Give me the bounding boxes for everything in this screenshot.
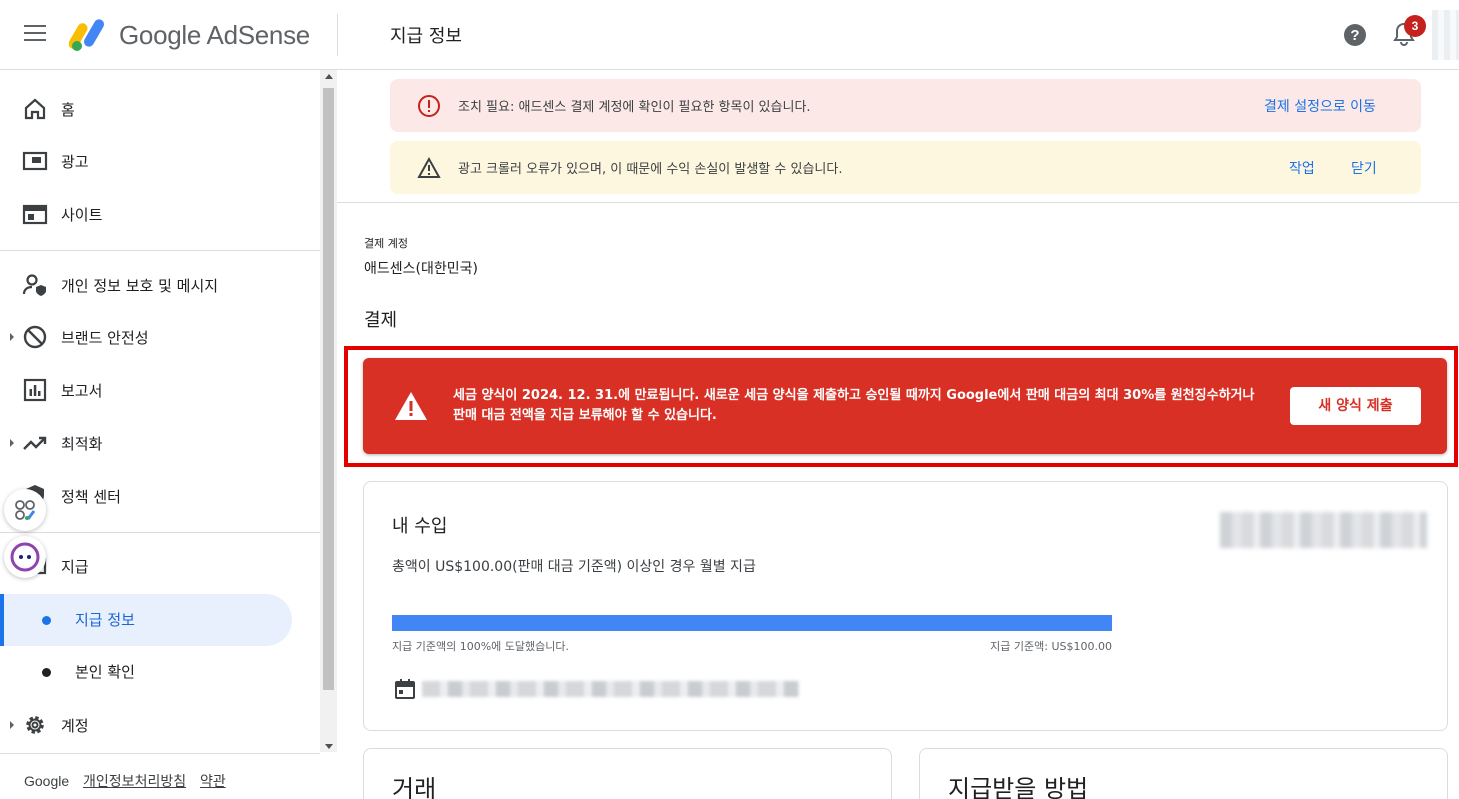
google-footer-text: Google	[24, 773, 70, 789]
scroll-down-arrow-icon[interactable]	[325, 744, 333, 749]
sidebar-item-home[interactable]: 홈	[0, 83, 320, 135]
action-required-alert: 조치 필요: 애드센스 결제 계정에 확인이 필요한 항목이 있습니다. 결제 …	[390, 79, 1421, 132]
help-icon[interactable]: ?	[1343, 23, 1367, 47]
sidebar-item-sites[interactable]: 사이트	[0, 188, 320, 240]
divider	[337, 202, 1459, 203]
go-to-payment-settings-link[interactable]: 결제 설정으로 이동	[1264, 96, 1376, 116]
payment-threshold-progress	[392, 615, 1112, 631]
divider	[0, 532, 320, 533]
trending-up-icon	[23, 436, 47, 450]
assistant-icon	[10, 542, 40, 572]
payment-account-label: 결제 계정	[364, 237, 408, 250]
sidebar: 홈 광고 사이트 개인 정보 보호 및 메시지 브랜드 안전성 보고서 최적화 …	[0, 70, 320, 799]
bullet-icon	[42, 616, 51, 625]
alert-text: 광고 크롤러 오류가 있으며, 이 때문에 수익 손실이 발생할 수 있습니다.	[458, 162, 843, 177]
page-title: 지급 정보	[390, 26, 462, 47]
sidebar-item-label: 보고서	[61, 381, 103, 400]
terms-link[interactable]: 약관	[200, 773, 226, 789]
crawler-warning-alert: 광고 크롤러 오류가 있으며, 이 때문에 수익 손실이 발생할 수 있습니다.…	[390, 141, 1421, 194]
tax-banner-message: 세금 양식이 2024. 12. 31.에 만료됩니다. 새로운 세금 양식을 …	[453, 386, 1283, 426]
payment-method-card[interactable]: 지급받을 방법	[919, 748, 1448, 799]
divider	[0, 753, 320, 754]
divider	[0, 250, 320, 251]
alert-text: 조치 필요: 애드센스 결제 계정에 확인이 필요한 항목이 있습니다.	[458, 100, 811, 115]
sidebar-subitem-payment-info[interactable]: 지급 정보	[0, 594, 292, 646]
home-icon	[24, 98, 46, 120]
earnings-card: 내 수입 총액이 US$100.00(판매 대금 기준액) 이상인 경우 월별 …	[363, 481, 1448, 731]
sidebar-footer: Google 개인정보처리방침 약관	[24, 771, 226, 791]
progress-status-text: 지급 기준액의 100%에 도달했습니다.	[392, 640, 569, 653]
divider	[337, 14, 338, 56]
sidebar-item-brand-safety[interactable]: 브랜드 안전성	[0, 311, 320, 363]
redacted-date	[422, 681, 799, 697]
adsense-logo-icon	[69, 19, 104, 51]
sidebar-item-label: 개인 정보 보호 및 메시지	[61, 276, 219, 295]
block-icon	[23, 325, 47, 349]
scrollbar-thumb[interactable]	[323, 88, 334, 690]
payment-account-value: 애드센스(대한민국)	[364, 261, 478, 277]
sidebar-item-policy-center[interactable]: 정책 센터	[0, 470, 320, 522]
reports-icon	[23, 378, 47, 402]
expand-caret-icon[interactable]	[10, 333, 14, 341]
warning-icon	[395, 392, 427, 420]
notification-badge: 3	[1404, 15, 1426, 37]
tax-banner-line: 세금 양식이 2024. 12. 31.에 만료됩니다. 새로운 세금 양식을 …	[453, 388, 1255, 403]
sidebar-item-label: 최적화	[61, 434, 103, 453]
scroll-up-arrow-icon[interactable]	[325, 74, 333, 79]
privacy-icon	[22, 274, 46, 296]
sidebar-item-label: 계정	[61, 716, 89, 735]
sidebar-item-label: 지급	[61, 557, 89, 576]
sidebar-item-label: 정책 센터	[61, 487, 121, 506]
avatar[interactable]	[1432, 10, 1459, 60]
sidebar-item-privacy[interactable]: 개인 정보 보호 및 메시지	[0, 259, 320, 311]
tax-banner-line: 판매 대금 전액을 지급 보류해야 할 수 있습니다.	[453, 408, 717, 423]
expand-caret-icon[interactable]	[10, 721, 14, 729]
gear-icon	[26, 716, 44, 734]
payment-section-title: 결제	[364, 310, 398, 331]
earnings-description: 총액이 US$100.00(판매 대금 기준액) 이상인 경우 월별 지급	[392, 559, 756, 575]
brand-name[interactable]: Google AdSense	[119, 20, 310, 51]
top-app-bar: Google AdSense 지급 정보 ? 3	[0, 0, 1459, 70]
ads-icon	[22, 151, 48, 171]
sidebar-item-optimization[interactable]: 최적화	[0, 417, 320, 469]
sidebar-item-reports[interactable]: 보고서	[0, 364, 320, 416]
redacted-amount	[1220, 512, 1427, 548]
action-link[interactable]: 작업	[1289, 158, 1315, 178]
sidebar-subitem-label: 지급 정보	[75, 611, 135, 629]
earnings-title: 내 수입	[392, 516, 448, 537]
submit-new-form-button[interactable]: 새 양식 제출	[1290, 387, 1421, 425]
transactions-card[interactable]: 거래	[363, 748, 892, 799]
expand-caret-icon[interactable]	[10, 439, 14, 447]
progress-fill	[392, 615, 1112, 631]
transactions-title: 거래	[392, 775, 437, 799]
sidebar-item-ads[interactable]: 광고	[0, 135, 320, 187]
sidebar-item-label: 광고	[61, 152, 89, 171]
threshold-text: 지급 기준액: US$100.00	[990, 640, 1112, 653]
sidebar-item-label: 브랜드 안전성	[61, 328, 149, 347]
floating-assistant-button[interactable]	[4, 536, 46, 578]
active-indicator	[0, 594, 4, 646]
sidebar-subitem-label: 본인 확인	[75, 663, 135, 681]
svg-text:?: ?	[1350, 27, 1359, 44]
dismiss-link[interactable]: 닫기	[1351, 158, 1377, 178]
sidebar-item-payments[interactable]: 지급	[0, 540, 320, 592]
apps-icon	[15, 500, 36, 520]
sidebar-subitem-identity-verification[interactable]: 본인 확인	[0, 646, 292, 698]
sidebar-item-label: 홈	[61, 100, 75, 119]
bullet-icon	[42, 668, 51, 677]
menu-icon[interactable]	[24, 25, 46, 43]
sidebar-scrollbar[interactable]	[320, 70, 337, 752]
sidebar-item-account[interactable]: 계정	[0, 699, 320, 751]
warning-icon	[417, 156, 441, 178]
main-content: 조치 필요: 애드센스 결제 계정에 확인이 필요한 항목이 있습니다. 결제 …	[337, 70, 1459, 799]
floating-apps-button[interactable]	[4, 489, 46, 531]
calendar-icon	[395, 679, 415, 699]
privacy-policy-link[interactable]: 개인정보처리방침	[83, 773, 186, 789]
error-icon	[418, 94, 440, 117]
sidebar-item-label: 사이트	[61, 205, 103, 224]
sites-icon	[22, 204, 48, 225]
payment-method-title: 지급받을 방법	[948, 775, 1089, 799]
tax-form-expiry-banner: 세금 양식이 2024. 12. 31.에 만료됩니다. 새로운 세금 양식을 …	[363, 358, 1447, 454]
